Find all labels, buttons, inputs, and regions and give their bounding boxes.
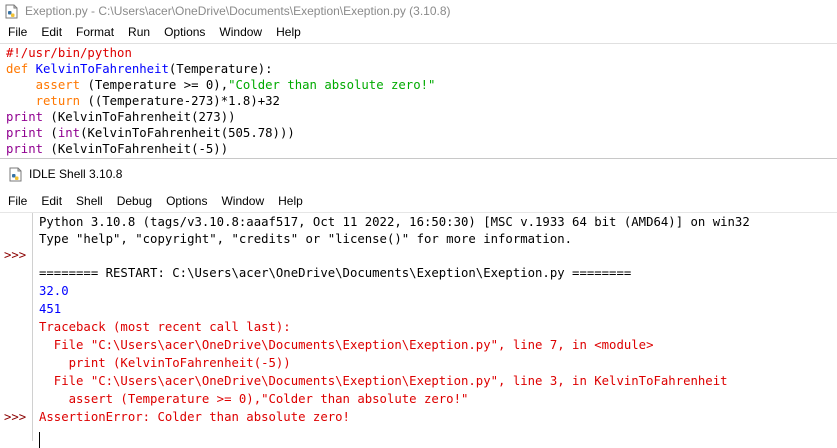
editor-window-title: Exeption.py - C:\Users\acer\OneDrive\Doc… [25,4,451,18]
shell-titlebar[interactable]: IDLE Shell 3.10.8 [0,159,837,189]
stdout-line: 32.0 [39,284,69,298]
traceback-header: Traceback (most recent call last): [39,320,291,334]
banner-line-2: Type "help", "copyright", "credits" or "… [39,232,573,246]
assert-keyword: assert [35,78,81,92]
editor-menu-format[interactable]: Format [70,25,120,39]
function-params: (Temperature): [168,62,273,76]
print-args: (KelvinToFahrenheit(273)) [43,110,236,124]
editor-menu-window[interactable]: Window [213,25,268,39]
shell-menu-file[interactable]: File [2,194,33,208]
traceback-source: assert (Temperature >= 0),"Colder than a… [39,392,469,406]
traceback-frame: File "C:\Users\acer\OneDrive\Documents\E… [39,374,728,388]
editor-window: Exeption.py - C:\Users\acer\OneDrive\Doc… [0,0,837,158]
int-builtin: int [57,126,81,140]
gutter-divider [32,213,33,441]
editor-menu-run[interactable]: Run [122,25,156,39]
function-name: KelvinToFahrenheit [35,62,169,76]
editor-titlebar[interactable]: Exeption.py - C:\Users\acer\OneDrive\Doc… [0,0,837,22]
shell-window-title: IDLE Shell 3.10.8 [29,167,123,181]
shell-window: IDLE Shell 3.10.8 File Edit Shell Debug … [0,158,837,448]
shell-menu-window[interactable]: Window [215,194,270,208]
int-args: (KelvinToFahrenheit(505.78))) [80,126,295,140]
banner-line-1: Python 3.10.8 (tags/v3.10.8:aaaf517, Oct… [39,215,750,229]
code-line-3: assert (Temperature >= 0),"Colder than a… [6,77,436,93]
shell-menu-edit[interactable]: Edit [35,194,68,208]
print-builtin: print [6,142,44,156]
shell-menu-help[interactable]: Help [272,194,309,208]
print-builtin: print [6,110,44,124]
shell-menu-debug[interactable]: Debug [111,194,158,208]
shell-output-area[interactable]: >>> >>> Python 3.10.8 (tags/v3.10.8:aaaf… [0,212,837,448]
print-args: (KelvinToFahrenheit(-5)) [43,142,229,156]
editor-menubar: File Edit Format Run Options Window Help [0,22,837,42]
assert-condition: (Temperature >= 0), [80,78,229,92]
code-line-5: print (KelvinToFahrenheit(273)) [6,109,236,125]
code-line-2: def KelvinToFahrenheit(Temperature): [6,61,273,77]
restart-line: ======== RESTART: C:\Users\acer\OneDrive… [39,266,632,280]
stdout-line: 451 [39,302,62,316]
shell-prompt: >>> [4,248,27,262]
assertion-error-line: AssertionError: Colder than absolute zer… [39,410,350,424]
print-builtin: print [6,126,44,140]
shell-menu-options[interactable]: Options [160,194,213,208]
paren: ( [43,126,58,140]
shebang-comment: #!/usr/bin/python [6,46,132,60]
editor-menu-help[interactable]: Help [270,25,307,39]
python-file-icon [4,4,19,19]
code-line-6: print (int(KelvinToFahrenheit(505.78))) [6,125,295,141]
editor-menu-options[interactable]: Options [158,25,211,39]
assert-message-string: "Colder than absolute zero!" [228,78,436,92]
shell-menu-shell[interactable]: Shell [70,194,109,208]
traceback-frame: File "C:\Users\acer\OneDrive\Documents\E… [39,338,654,352]
return-expression: ((Temperature-273)*1.8)+32 [80,94,280,108]
shell-prompt: >>> [4,410,27,424]
return-keyword: return [35,94,81,108]
idle-shell-icon [8,167,23,182]
code-line-1: #!/usr/bin/python [6,45,132,61]
editor-menu-edit[interactable]: Edit [35,25,68,39]
traceback-source: print (KelvinToFahrenheit(-5)) [39,356,291,370]
shell-menubar: File Edit Shell Debug Options Window Hel… [0,191,837,211]
editor-menu-file[interactable]: File [2,25,33,39]
code-line-7: print (KelvinToFahrenheit(-5)) [6,141,228,157]
text-cursor [39,432,40,448]
code-line-4: return ((Temperature-273)*1.8)+32 [6,93,280,109]
code-editor-area[interactable]: #!/usr/bin/python def KelvinToFahrenheit… [0,43,837,159]
def-keyword: def [6,62,36,76]
